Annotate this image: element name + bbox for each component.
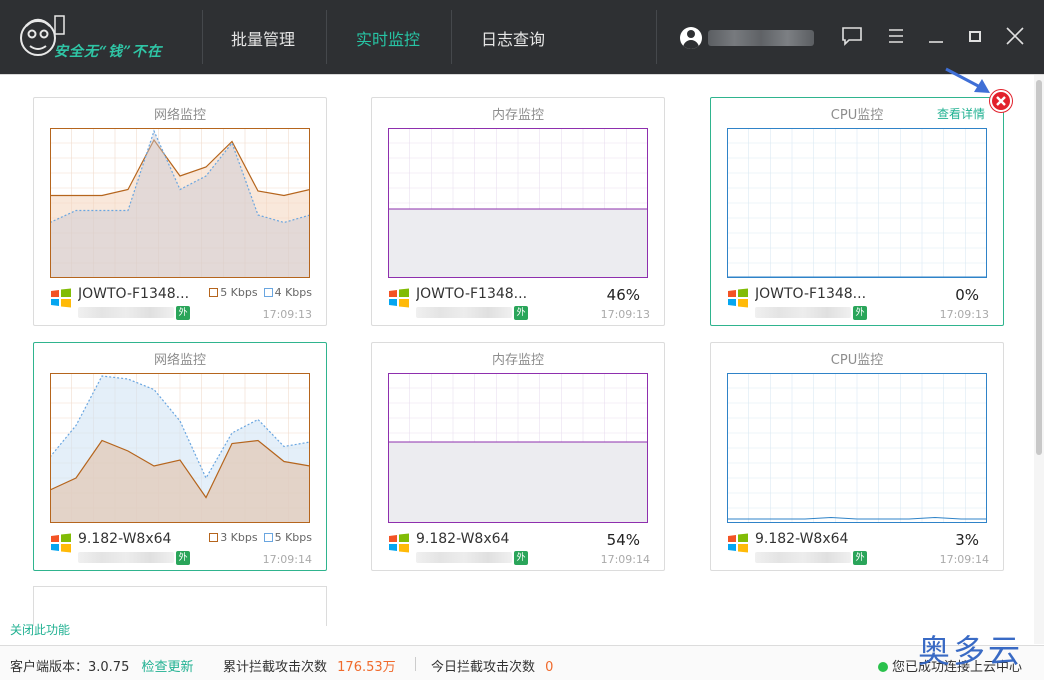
today-blocked-label: 今日拦截攻击次数 (431, 660, 536, 675)
card-title: 网络监控 (153, 108, 206, 123)
memory-monitor-card[interactable]: 内存监控 JOWTO-F1348... 外 17:09:13 46% (371, 97, 665, 326)
total-blocked-value: 176.53万 (337, 660, 396, 675)
update-time: 17:09:14 (262, 553, 312, 566)
usage-percent: 3% (955, 531, 979, 549)
connection-status-dot (878, 662, 888, 672)
ip-address-redacted (755, 307, 851, 318)
network-chart (50, 373, 310, 523)
usage-percent: 0% (955, 286, 979, 304)
external-tag: 外 (853, 551, 867, 565)
legend-swatch (263, 288, 273, 297)
card-title: 内存监控 (491, 108, 544, 123)
usage-percent: 46% (606, 286, 640, 304)
legend-swatch (263, 533, 273, 542)
usage-percent: 54% (606, 531, 640, 549)
check-update-link[interactable]: 检查更新 (142, 660, 194, 675)
close-feature-link[interactable]: 关闭此功能 (10, 621, 70, 638)
network-monitor-card[interactable]: 网络监控 9.182-W8x64 外 17:09:14 3 Kbps 5 Kbp… (33, 342, 327, 571)
app-slogan: 安全无“钱”不在 (54, 44, 163, 60)
avatar-icon (680, 27, 702, 49)
legend-in-label: 4 Kbps (274, 286, 312, 299)
scrollbar-thumb[interactable] (1036, 80, 1042, 455)
chart-legend: 5 Kbps 4 Kbps (209, 286, 312, 299)
ip-address-redacted (416, 307, 512, 318)
annotation-arrow-icon (945, 67, 990, 93)
external-tag: 外 (176, 551, 190, 565)
update-time: 17:09:13 (262, 308, 312, 321)
windows-icon (51, 533, 71, 553)
monitor-card-partial[interactable] (33, 586, 327, 626)
ip-address-redacted (755, 552, 851, 563)
memory-monitor-card[interactable]: 内存监控 9.182-W8x64 外 17:09:14 54% (371, 342, 665, 571)
network-monitor-card[interactable]: 网络监控 JOWTO-F1348... 外 17:09:13 5 Kbps 4 … (33, 97, 327, 326)
update-time: 17:09:14 (939, 553, 989, 566)
nav-log-query[interactable]: 日志查询 (481, 26, 545, 50)
legend-swatch (209, 533, 219, 542)
host-name: 9.182-W8x64 (416, 531, 510, 547)
ip-address-redacted (416, 552, 512, 563)
view-details-link[interactable]: 查看详情 (937, 105, 985, 122)
nav-realtime-monitor[interactable]: 实时监控 (356, 26, 420, 50)
host-name: JOWTO-F1348... (78, 286, 190, 302)
message-icon[interactable] (840, 24, 864, 48)
username-redacted (708, 30, 814, 46)
today-blocked-value: 0 (545, 660, 554, 675)
card-title: CPU监控 (830, 353, 884, 368)
host-name: JOWTO-F1348... (755, 286, 867, 302)
legend-out-label: 5 Kbps (220, 286, 258, 299)
status-divider (415, 657, 416, 671)
cpu-chart (727, 128, 987, 278)
remove-card-icon[interactable] (990, 90, 1012, 112)
network-chart (50, 128, 310, 278)
minimize-icon[interactable] (924, 24, 948, 48)
nav-divider (326, 10, 327, 64)
windows-icon (728, 533, 748, 553)
memory-usage-fill (388, 442, 648, 523)
host-name: JOWTO-F1348... (416, 286, 528, 302)
close-window-icon[interactable] (1003, 24, 1027, 48)
card-title: 网络监控 (153, 353, 206, 368)
user-account[interactable] (680, 27, 814, 49)
maximize-icon[interactable] (963, 24, 987, 48)
update-time: 17:09:14 (600, 553, 650, 566)
update-time: 17:09:13 (939, 308, 989, 321)
legend-in-label: 5 Kbps (274, 531, 312, 544)
windows-icon (728, 288, 748, 308)
total-blocked-label: 累计拦截攻击次数 (223, 660, 328, 675)
cpu-monitor-card[interactable]: CPU监控 查看详情 JOWTO-F1348... 外 17:09:13 0% (710, 97, 1004, 326)
ip-address-redacted (78, 307, 174, 318)
card-title: 内存监控 (491, 353, 544, 368)
menu-icon[interactable] (884, 24, 908, 48)
update-time: 17:09:13 (600, 308, 650, 321)
watermark: 奥多云 (918, 632, 1024, 670)
host-name: 9.182-W8x64 (78, 531, 172, 547)
windows-icon (389, 288, 409, 308)
memory-chart (388, 128, 648, 278)
external-tag: 外 (176, 306, 190, 320)
host-name: 9.182-W8x64 (755, 531, 849, 547)
external-tag: 外 (853, 306, 867, 320)
external-tag: 外 (514, 306, 528, 320)
client-version: 客户端版本：3.0.75 (10, 660, 130, 675)
status-bar: 客户端版本：3.0.75 检查更新 累计拦截攻击次数 176.53万 今日拦截攻… (0, 645, 1044, 680)
chart-legend: 3 Kbps 5 Kbps (209, 531, 312, 544)
nav-divider (656, 10, 657, 64)
memory-chart (388, 373, 648, 523)
cpu-monitor-card[interactable]: CPU监控 9.182-W8x64 外 17:09:14 3% (710, 342, 1004, 571)
title-bar: 安全无“钱”不在 批量管理 实时监控 日志查询 (0, 0, 1044, 74)
windows-icon (51, 288, 71, 308)
legend-swatch (209, 288, 219, 297)
nav-batch-manage[interactable]: 批量管理 (231, 26, 295, 50)
legend-out-label: 3 Kbps (220, 531, 258, 544)
cpu-chart (727, 373, 987, 523)
nav-divider (451, 10, 452, 64)
external-tag: 外 (514, 551, 528, 565)
nav-divider (202, 10, 203, 64)
windows-icon (389, 533, 409, 553)
memory-usage-fill (388, 209, 648, 278)
ip-address-redacted (78, 552, 174, 563)
